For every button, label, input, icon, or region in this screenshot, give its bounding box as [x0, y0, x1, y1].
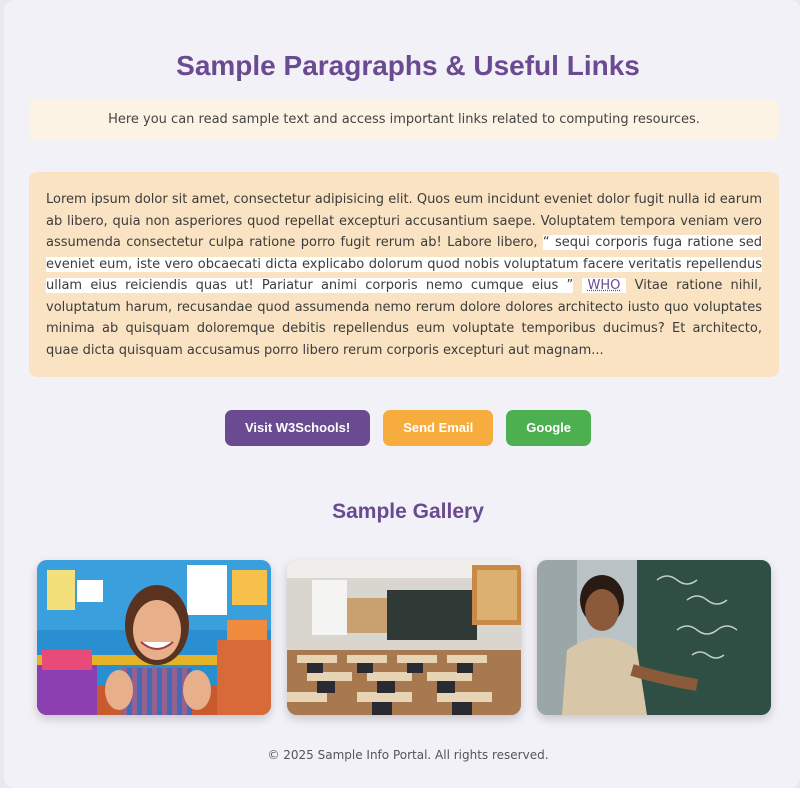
- classroom-image: [287, 560, 521, 715]
- gallery-image-teacher: [537, 560, 771, 715]
- gallery-title: Sample Gallery: [332, 500, 484, 523]
- abbreviation-who[interactable]: WHO: [581, 278, 627, 293]
- intro-banner: Here you can read sample text and access…: [29, 100, 779, 140]
- gallery-image-girl: [37, 560, 271, 715]
- page-container: Sample Paragraphs & Useful Links Here yo…: [4, 0, 800, 788]
- teacher-chalkboard-image: [537, 560, 771, 715]
- page-title: Sample Paragraphs & Useful Links: [176, 50, 640, 81]
- sample-paragraph: Lorem ipsum dolor sit amet, consectetur …: [29, 172, 779, 377]
- girl-thumbs-up-image: [37, 560, 271, 715]
- footer-copyright: © 2025 Sample Info Portal. All rights re…: [267, 748, 549, 762]
- google-button[interactable]: Google: [506, 410, 592, 446]
- send-email-button[interactable]: Send Email: [383, 410, 494, 446]
- visit-w3schools-button[interactable]: Visit W3Schools!: [224, 410, 371, 446]
- link-buttons: Visit W3Schools! Send Email Google: [4, 410, 800, 446]
- image-gallery: [37, 560, 771, 715]
- gallery-image-classroom: [287, 560, 521, 715]
